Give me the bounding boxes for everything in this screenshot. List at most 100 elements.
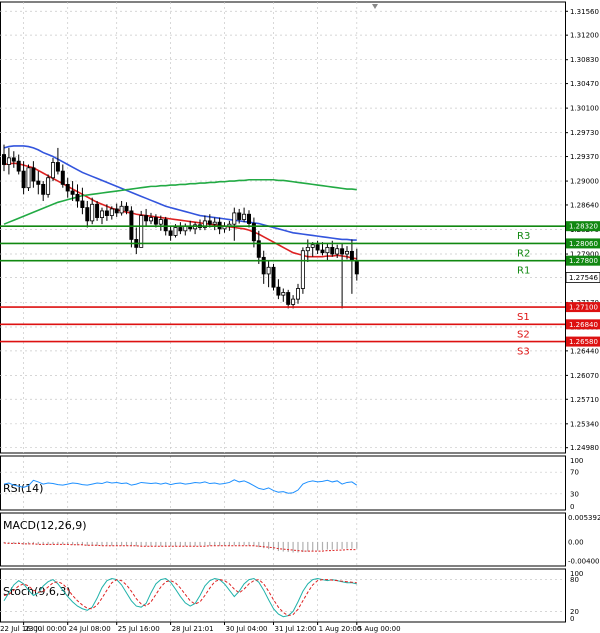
candle <box>41 181 46 201</box>
level-price-tag: 1.27800 <box>569 257 598 265</box>
rsi-tick-label: 100 <box>570 457 583 465</box>
candle-body <box>300 250 305 289</box>
level-label-s3: S3 <box>517 347 530 358</box>
candle-body <box>16 160 21 172</box>
candle <box>183 223 188 236</box>
candle <box>222 222 227 233</box>
candle <box>55 147 60 175</box>
candle-body <box>55 162 60 172</box>
candle <box>148 212 153 225</box>
shift-marker <box>372 4 378 9</box>
price-tick-label: 1.29370 <box>570 153 599 161</box>
level-price-tag: 1.26840 <box>569 321 598 329</box>
stoch-frame <box>0 568 566 623</box>
time-tick-label: 24 Jul 08:00 <box>69 625 111 633</box>
level-price-tag: 1.28320 <box>569 223 598 231</box>
candle-body <box>295 288 300 300</box>
candle-body <box>330 246 335 255</box>
candle-body <box>65 183 70 192</box>
candle <box>60 164 65 188</box>
candle-body <box>36 180 41 185</box>
price-tick-label: 1.26440 <box>570 347 599 355</box>
candle <box>286 289 291 309</box>
rsi-tick-label: 70 <box>570 469 579 477</box>
price-tick-label: 1.30100 <box>570 105 599 113</box>
candle-body <box>281 292 286 296</box>
candle <box>26 164 31 192</box>
candle-body <box>21 170 26 189</box>
candle <box>178 222 183 235</box>
candle-body <box>114 208 119 214</box>
candle-body <box>158 219 163 225</box>
candle-body <box>354 260 359 275</box>
candle-body <box>320 249 325 254</box>
candle <box>340 243 345 309</box>
rsi-frame <box>0 455 566 511</box>
candle-body <box>246 213 251 224</box>
candle <box>100 207 105 225</box>
candle-body <box>41 183 46 195</box>
time-tick-label: 5 Aug 00:00 <box>358 625 401 633</box>
level-label-s2: S2 <box>517 329 530 340</box>
price-tick-label: 1.30830 <box>570 56 599 64</box>
candle-body <box>80 200 85 209</box>
price-tick-label: 1.26070 <box>570 372 599 380</box>
candle <box>232 207 237 241</box>
candle <box>261 250 266 284</box>
candle-body <box>109 208 114 216</box>
rsi-tick-label: 30 <box>570 490 579 498</box>
macd-title: MACD(12,26,9) <box>3 519 87 532</box>
rsi-title: RSI(14) <box>3 482 43 495</box>
candle-body <box>6 157 11 165</box>
price-tick-label: 1.28640 <box>570 201 599 209</box>
candle <box>197 219 202 231</box>
candle-body <box>237 212 242 220</box>
candle <box>276 279 281 300</box>
candle-body <box>129 210 134 240</box>
price-tick-label: 1.29000 <box>570 178 599 186</box>
candle-body <box>148 217 153 222</box>
candle-body <box>90 203 95 222</box>
candle-body <box>325 246 330 254</box>
time-tick-label: 31 Jul 12:00 <box>275 625 317 633</box>
candle-body <box>271 266 276 288</box>
candle <box>212 217 217 231</box>
candle-body <box>315 244 320 251</box>
candle <box>202 215 207 231</box>
level-price-tag: 1.27100 <box>569 304 598 312</box>
time-tick-label: 1 Aug 20:00 <box>319 625 362 633</box>
candle <box>2 144 7 172</box>
macd-tick-label: 0.005392 <box>568 514 600 522</box>
candle <box>36 171 41 195</box>
candle <box>349 239 354 294</box>
candle <box>80 187 85 215</box>
candle-body <box>153 217 158 225</box>
candle-body <box>31 167 36 182</box>
time-tick-label: 25 Jul 16:00 <box>118 625 160 633</box>
candle-body <box>75 193 80 202</box>
candle <box>300 247 305 294</box>
candle <box>354 248 359 281</box>
stoch-panel: Stoch(9,6,3) 10080200 <box>0 568 583 623</box>
candle-body <box>104 210 109 216</box>
time-tick-label: 23 Jul 00:00 <box>25 625 67 633</box>
main-price-panel: 1.31560 1.31200 1.30830 1.30470 1.30100 1.297… <box>0 1 600 622</box>
candle <box>31 161 36 188</box>
candle-body <box>261 256 266 275</box>
candle-body <box>70 190 75 195</box>
candle-body <box>51 162 56 179</box>
candle-body <box>242 213 247 220</box>
candle <box>266 260 271 288</box>
candle <box>256 230 261 264</box>
candle-body <box>46 177 51 195</box>
price-tick-label: 1.29730 <box>570 129 599 137</box>
candle <box>246 210 251 228</box>
candle <box>144 208 149 227</box>
level-label-r3: R3 <box>517 231 530 242</box>
price-tick-label: 1.25340 <box>570 420 599 428</box>
candle-body <box>310 244 315 248</box>
candle <box>310 242 315 257</box>
candle <box>6 147 11 175</box>
stoch-tick-label: 0 <box>570 615 574 623</box>
candle-body <box>344 250 349 255</box>
